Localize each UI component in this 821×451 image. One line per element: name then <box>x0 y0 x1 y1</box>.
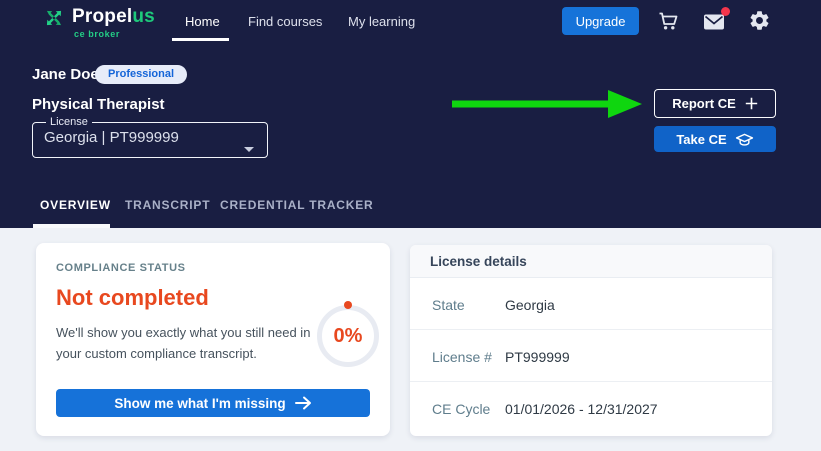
license-details-header: License details <box>410 245 772 278</box>
row-label: State <box>432 297 465 313</box>
brand-tagline: ce broker <box>74 29 120 39</box>
license-details-title: License details <box>430 254 527 269</box>
nav-item-find-courses[interactable]: Find courses <box>248 14 322 29</box>
nav-active-underline <box>172 38 229 41</box>
license-select-label: License <box>50 116 88 128</box>
progress-percent: 0% <box>333 324 363 347</box>
license-select[interactable]: License Georgia | PT999999 <box>32 116 268 158</box>
take-ce-label: Take CE <box>676 131 727 147</box>
nav-item-my-learning[interactable]: My learning <box>348 14 415 29</box>
license-select-value: Georgia | PT999999 <box>44 129 179 146</box>
graduation-cap-icon <box>735 133 753 146</box>
license-row-state: State Georgia <box>410 278 772 330</box>
report-ce-button[interactable]: Report CE <box>654 89 776 118</box>
row-label: License # <box>432 349 492 365</box>
propelus-pinwheel-icon <box>46 10 62 26</box>
profession-title: Physical Therapist <box>32 96 165 113</box>
tab-credential-tracker[interactable]: CREDENTIAL TRACKER <box>220 198 374 212</box>
progress-ring: 0% <box>317 305 379 367</box>
chevron-down-icon <box>244 147 254 152</box>
annotation-arrow <box>452 90 642 118</box>
nav-item-home[interactable]: Home <box>185 14 220 29</box>
tab-active-underline <box>33 224 110 228</box>
arrow-right-icon <box>294 396 311 410</box>
brand-name: Propelus <box>72 6 155 27</box>
show-missing-label: Show me what I'm missing <box>114 395 286 411</box>
plan-badge: Professional <box>95 65 188 84</box>
license-row-number: License # PT999999 <box>410 330 772 382</box>
compliance-section-label: COMPLIANCE STATUS <box>56 262 186 274</box>
show-missing-button[interactable]: Show me what I'm missing <box>56 389 370 417</box>
row-label: CE Cycle <box>432 401 491 417</box>
tab-transcript[interactable]: TRANSCRIPT <box>125 198 210 212</box>
row-value: Georgia <box>505 297 555 313</box>
tab-overview[interactable]: OVERVIEW <box>40 198 111 212</box>
plus-icon <box>745 97 757 110</box>
compliance-description: We'll show you exactly what you still ne… <box>56 325 311 361</box>
upgrade-button[interactable]: Upgrade <box>562 7 639 35</box>
brand-text: Propelus ce broker <box>72 6 155 39</box>
compliance-status-text: Not completed <box>56 285 209 310</box>
row-value: 01/01/2026 - 12/31/2027 <box>505 401 658 417</box>
user-name: Jane Doe <box>32 66 99 83</box>
license-row-ce-cycle: CE Cycle 01/01/2026 - 12/31/2027 <box>410 382 772 434</box>
notification-dot <box>721 7 730 16</box>
gear-icon[interactable] <box>748 9 771 32</box>
compliance-status-card: COMPLIANCE STATUS Not completed We'll sh… <box>36 243 390 436</box>
row-value: PT999999 <box>505 349 570 365</box>
brand-logo[interactable]: Propelus ce broker <box>42 6 155 39</box>
progress-ring-marker <box>344 301 352 309</box>
take-ce-button[interactable]: Take CE <box>654 126 776 152</box>
cart-icon[interactable] <box>656 9 680 33</box>
hero-section: Propelus ce broker Home Find courses My … <box>0 0 821 228</box>
report-ce-label: Report CE <box>672 96 736 111</box>
license-details-card: License details State Georgia License # … <box>410 245 772 436</box>
